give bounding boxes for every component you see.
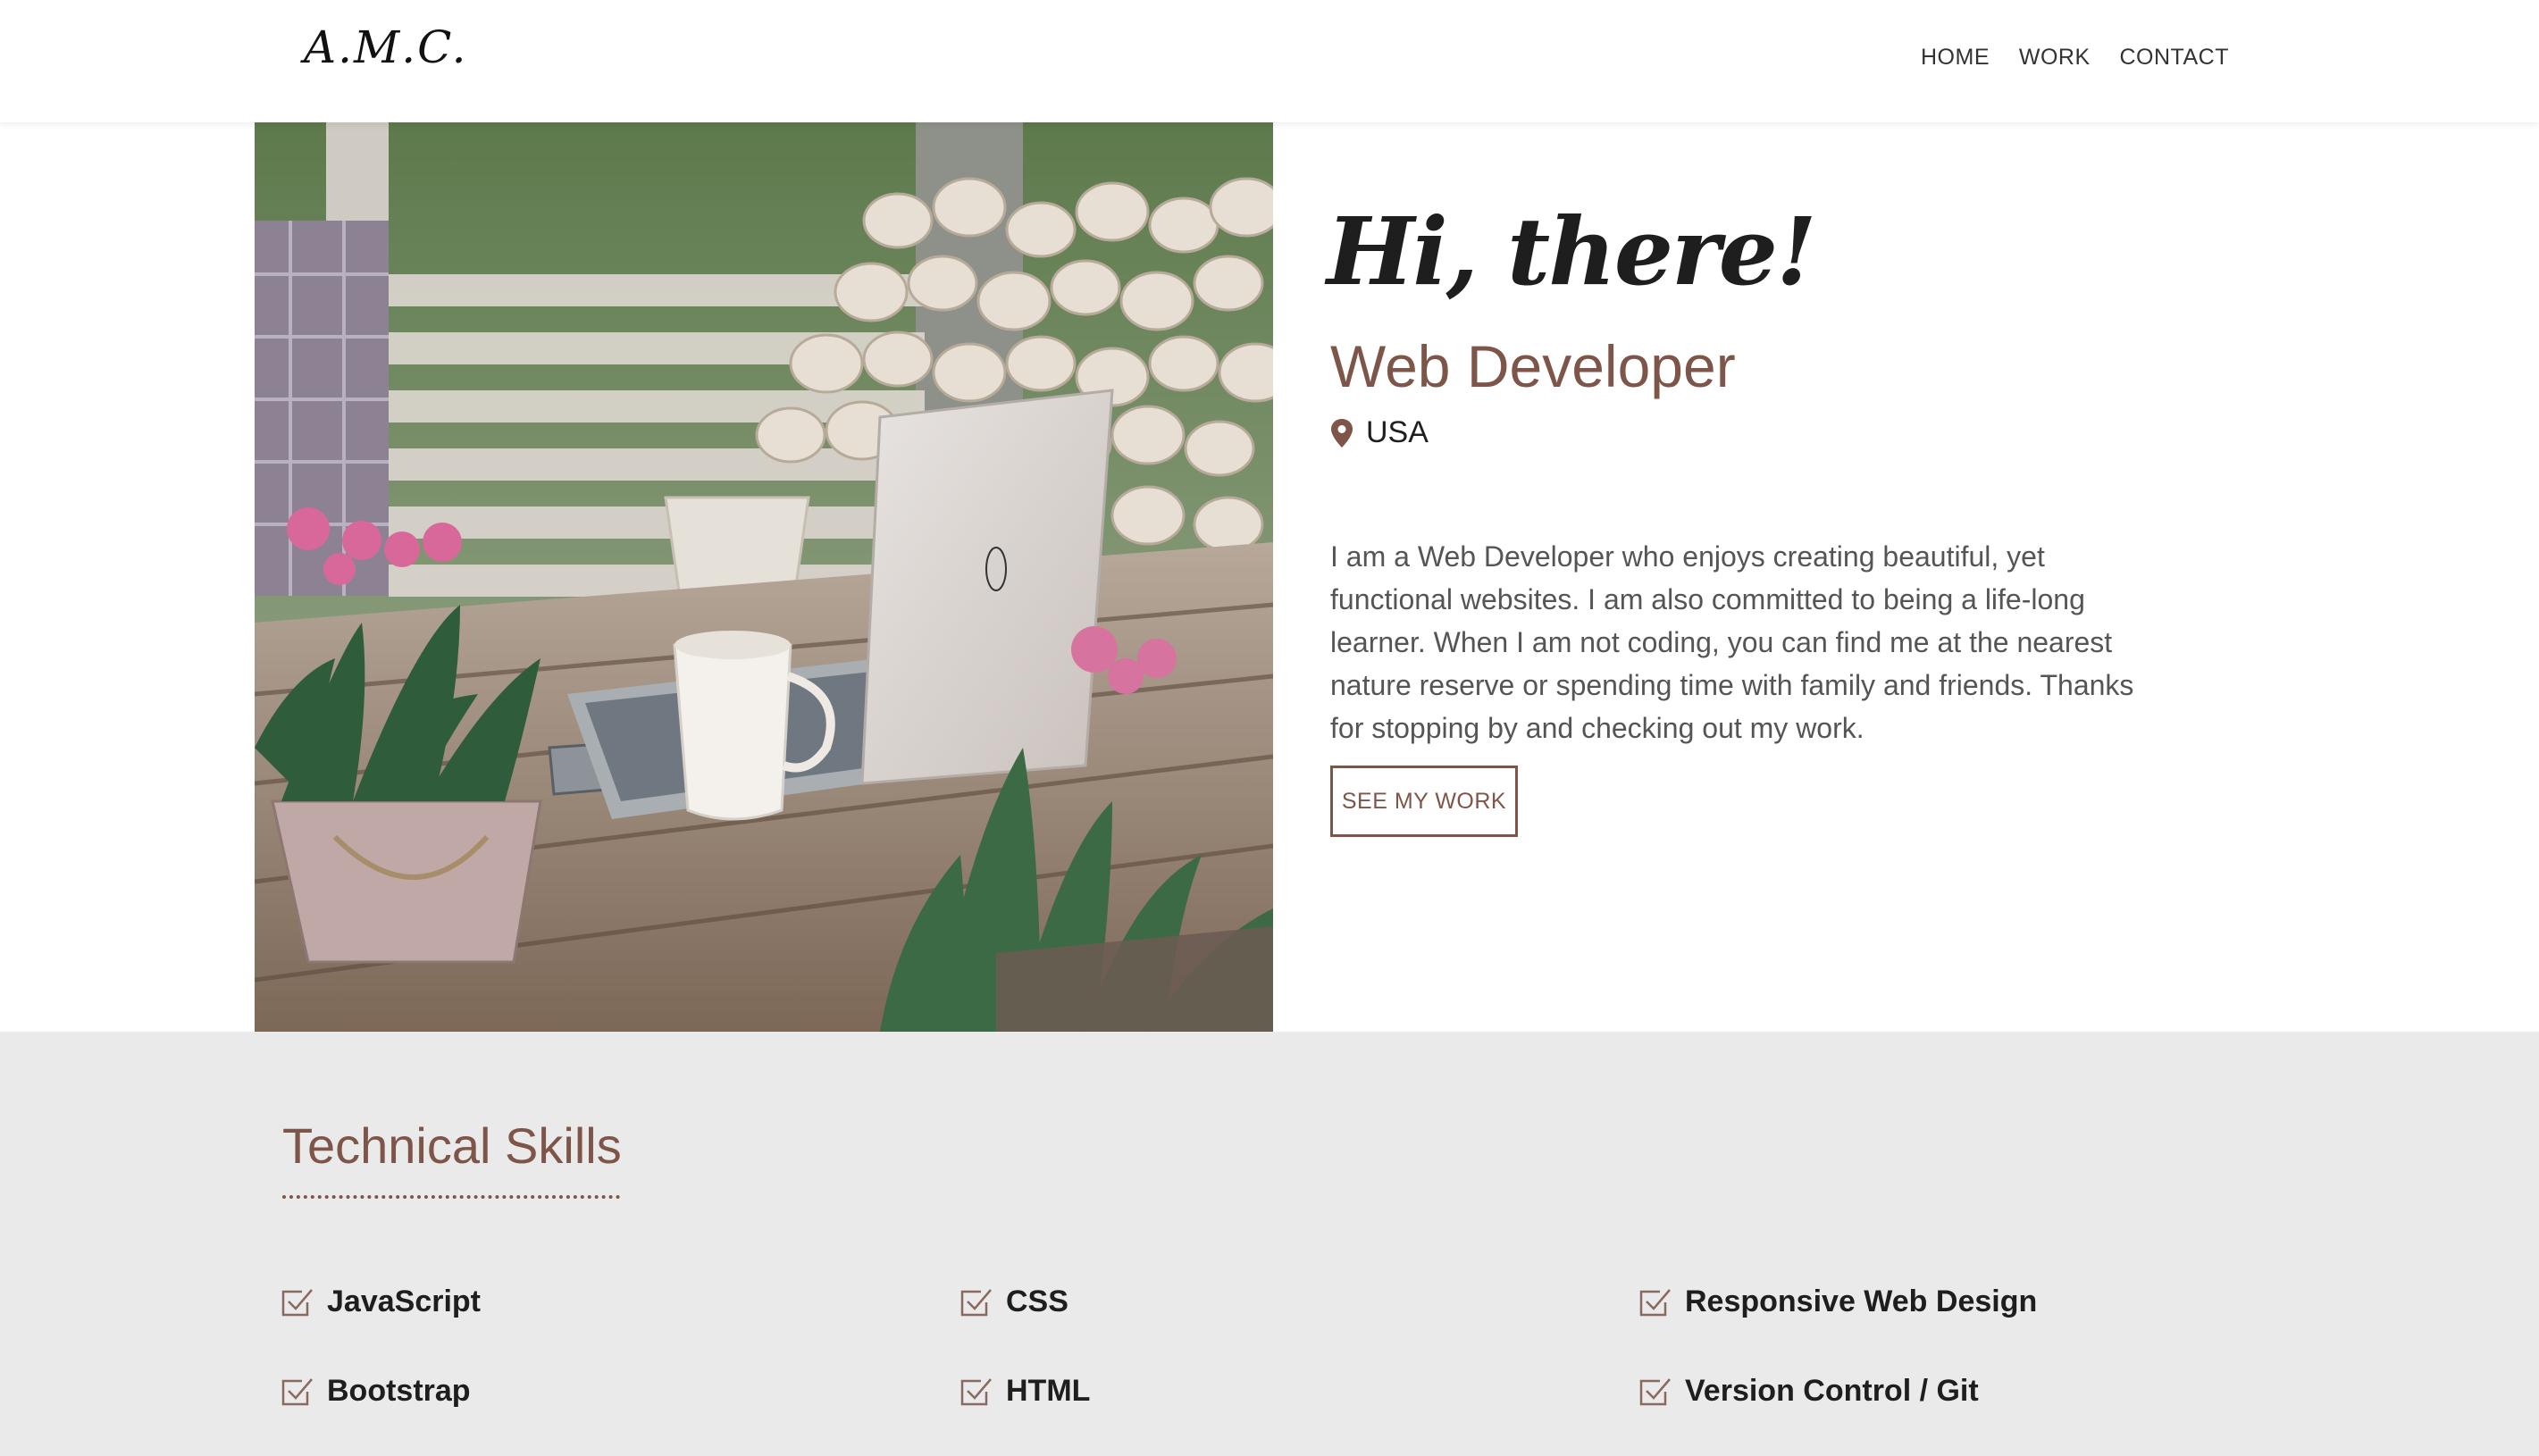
brand-logo[interactable]: A.M.C. [304, 21, 467, 73]
hero-role-title: Web Developer [1330, 333, 1736, 399]
checkbox-icon [1639, 1288, 1671, 1316]
skill-item: JavaScript [281, 1284, 481, 1319]
checkbox-icon [1639, 1377, 1671, 1405]
checkbox-icon [960, 1288, 992, 1316]
skill-label: JavaScript [327, 1284, 481, 1318]
checkbox-icon [281, 1288, 313, 1316]
nav-link-home[interactable]: HOME [1921, 45, 1990, 71]
skills-heading: Technical Skills [282, 1117, 622, 1174]
skills-section: Technical Skills JavaScript CSS Responsi… [0, 1032, 2539, 1456]
skill-label: Responsive Web Design [1685, 1284, 2038, 1318]
hero-greeting: Hi, there! [1327, 197, 1817, 306]
hero-photo [255, 122, 1273, 1032]
checkbox-icon [960, 1377, 992, 1405]
skill-item: HTML [959, 1374, 1090, 1409]
skill-label: HTML [1006, 1374, 1091, 1408]
hero-location: USA [1330, 415, 1429, 450]
map-pin-icon [1331, 418, 1353, 448]
skill-item: Responsive Web Design [1638, 1284, 2037, 1319]
nav-link-work[interactable]: WORK [2019, 45, 2091, 71]
nav-link-contact[interactable]: CONTACT [2120, 45, 2229, 71]
see-my-work-button[interactable]: SEE MY WORK [1330, 766, 1518, 837]
navbar: A.M.C. HOME WORK CONTACT [0, 0, 2539, 122]
skill-label: Version Control / Git [1685, 1374, 1979, 1408]
skill-item: Bootstrap [281, 1374, 471, 1409]
skill-label: Bootstrap [327, 1374, 471, 1408]
skill-label: CSS [1006, 1284, 1068, 1318]
skill-item: CSS [959, 1284, 1068, 1319]
location-text: USA [1366, 415, 1429, 449]
hero-bio: I am a Web Developer who enjoys creating… [1330, 540, 2134, 744]
main-nav: HOME WORK CONTACT [1921, 45, 2229, 71]
checkbox-icon [281, 1377, 313, 1405]
skills-heading-underline [282, 1195, 620, 1199]
skill-item: Version Control / Git [1638, 1374, 1979, 1409]
